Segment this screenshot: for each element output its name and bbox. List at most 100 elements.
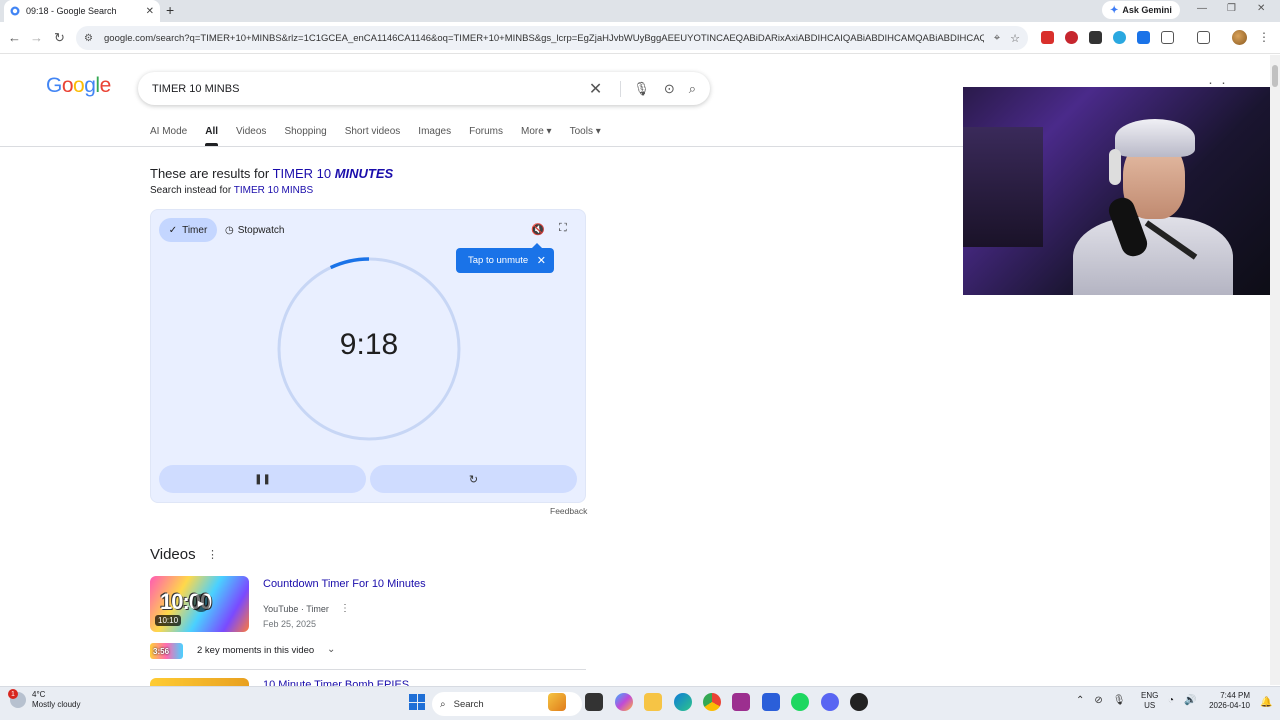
logo-letter: G [46, 74, 62, 97]
weather-desc: Mostly cloudy [32, 700, 81, 709]
weather-widget[interactable]: 1 4°C Mostly cloudy [8, 689, 81, 710]
app-icon[interactable] [762, 693, 780, 711]
page-scrollbar[interactable] [1270, 55, 1280, 685]
clock[interactable]: 7:44 PM 2026-04-10 [1202, 691, 1250, 711]
muted-speaker-icon[interactable]: 🔇 [531, 223, 545, 236]
file-explorer-icon[interactable] [644, 693, 662, 711]
tab-all[interactable]: All [205, 126, 218, 146]
network-icon[interactable]: ⊘ [1094, 695, 1102, 706]
corrected-word: MINUTES [334, 166, 394, 181]
clock-time: 7:44 PM [1220, 691, 1250, 700]
microphone-icon[interactable]: 🎙 [1113, 695, 1126, 706]
copilot-icon[interactable] [615, 693, 633, 711]
key-moment-thumbnail[interactable]: 3:56 [150, 643, 183, 659]
browser-tab-strip: 09:18 - Google Search ✕ + ✦ Ask Gemini —… [0, 0, 1280, 22]
speaker-icon[interactable]: 🔊 [1184, 695, 1196, 706]
site-info-icon[interactable]: ⚙ [84, 33, 96, 44]
wifi-icon[interactable]: ◔ [1168, 695, 1174, 706]
video-options-icon[interactable]: ⋮ [340, 603, 350, 614]
browser-menu-icon[interactable]: ⋮ [1258, 30, 1270, 44]
lang-region: US [1144, 701, 1156, 710]
discord-icon[interactable] [821, 693, 839, 711]
profile-avatar[interactable] [1232, 30, 1247, 45]
more-options-icon[interactable]: ⋮ [207, 548, 218, 561]
feedback-link[interactable]: Feedback [550, 506, 587, 516]
language-indicator[interactable]: ENG US [1141, 691, 1158, 711]
voice-search-icon[interactable]: 🎙 [620, 80, 650, 97]
task-view-icon[interactable] [585, 693, 603, 711]
minimize-icon[interactable]: — [1197, 3, 1207, 14]
search-icon[interactable]: ⌕ [689, 81, 696, 97]
original-query-link[interactable]: TIMER 10 MINBS [234, 185, 313, 196]
lens-icon[interactable]: ⊙ [664, 81, 675, 97]
scrollbar-thumb[interactable] [1272, 65, 1278, 87]
url-text: google.com/search?q=TIMER+10+MINBS&rlz=1… [104, 32, 984, 44]
obs-icon[interactable] [850, 693, 868, 711]
extension-icon[interactable] [1065, 31, 1078, 44]
play-icon: ▶ [192, 594, 210, 612]
windows-start-icon[interactable] [409, 694, 425, 710]
restore-icon[interactable]: ❐ [1227, 3, 1236, 14]
tab-stopwatch[interactable]: ◷ Stopwatch [225, 218, 284, 242]
location-icon[interactable]: ⌖ [994, 32, 1000, 45]
close-window-icon[interactable]: ✕ [1257, 3, 1265, 14]
extensions-puzzle-icon[interactable] [1161, 31, 1174, 44]
tab-forums[interactable]: Forums [469, 126, 503, 137]
extension-icon[interactable] [1041, 31, 1054, 44]
pause-button[interactable]: ❚❚ [159, 465, 366, 493]
headset-icon [1109, 149, 1121, 185]
new-tab-button[interactable]: + [166, 2, 174, 18]
app-icon[interactable] [732, 693, 750, 711]
search-instead: Search instead for TIMER 10 MINBS [150, 185, 313, 196]
corrected-query-part: TIMER 10 [272, 166, 335, 181]
extension-icon[interactable] [1089, 31, 1102, 44]
forward-button[interactable]: → [30, 30, 43, 45]
back-button[interactable]: ← [8, 30, 21, 45]
key-moments-toggle[interactable]: 2 key moments in this video [197, 645, 314, 656]
tab-more[interactable]: More ▾ [521, 126, 552, 137]
weather-temp: 4°C [32, 690, 46, 699]
search-instead-prefix: Search instead for [150, 185, 234, 196]
tab-timer[interactable]: ✓ Timer [159, 218, 217, 242]
fullscreen-icon[interactable]: ⛶ [559, 222, 567, 235]
video-duration: 10:10 [155, 615, 182, 626]
search-box[interactable]: TIMER 10 MINBS ✕ 🎙 ⊙ ⌕ [138, 72, 710, 105]
lang-code: ENG [1141, 691, 1159, 700]
close-tooltip-icon[interactable]: ✕ [537, 254, 546, 267]
reload-button[interactable]: ↻ [54, 30, 65, 46]
browser-tab[interactable]: 09:18 - Google Search ✕ [4, 0, 160, 22]
spotify-icon[interactable] [791, 693, 809, 711]
cloud-icon: 1 [8, 689, 26, 708]
ask-gemini-button[interactable]: ✦ Ask Gemini [1102, 1, 1180, 19]
chevron-up-icon[interactable]: ⌃ [1076, 695, 1084, 706]
search-input[interactable]: TIMER 10 MINBS [152, 83, 589, 95]
notification-bell-icon[interactable]: 🔔 [1260, 697, 1272, 708]
extension-icon[interactable] [1137, 31, 1150, 44]
tab-short-videos[interactable]: Short videos [345, 126, 401, 137]
app-icon[interactable] [548, 693, 566, 711]
address-bar[interactable]: ⚙ google.com/search?q=TIMER+10+MINBS&rlz… [76, 26, 1028, 50]
tab-shopping[interactable]: Shopping [284, 126, 326, 137]
clock-icon: ◷ [225, 224, 234, 236]
tab-images[interactable]: Images [418, 126, 451, 137]
person-cap [1115, 119, 1195, 157]
tab-videos[interactable]: Videos [236, 126, 266, 137]
close-tab-icon[interactable]: ✕ [146, 6, 154, 17]
clock-date: 2026-04-10 [1209, 701, 1250, 710]
tab-tools[interactable]: Tools ▾ [570, 126, 601, 137]
video-source: YouTube · Timer [263, 604, 329, 614]
corrected-query-link[interactable]: TIMER 10 MINUTES [273, 166, 394, 181]
edge-icon[interactable] [674, 693, 692, 711]
bookmark-star-icon[interactable]: ☆ [1010, 32, 1020, 45]
reset-button[interactable]: ↻ [370, 465, 577, 493]
unmute-tooltip[interactable]: Tap to unmute ✕ [456, 243, 554, 273]
google-logo[interactable]: Google [46, 74, 111, 98]
video-title-link[interactable]: Countdown Timer For 10 Minutes [263, 578, 426, 590]
sidepanel-icon[interactable] [1197, 31, 1210, 44]
extension-icon[interactable] [1113, 31, 1126, 44]
video-thumbnail[interactable]: 10:00 ▶ 10:10 [150, 576, 249, 632]
chrome-icon[interactable] [703, 693, 721, 711]
tab-ai-mode[interactable]: AI Mode [150, 126, 187, 137]
clear-search-icon[interactable]: ✕ [589, 79, 602, 99]
chevron-down-icon[interactable]: ⌄ [327, 644, 335, 655]
